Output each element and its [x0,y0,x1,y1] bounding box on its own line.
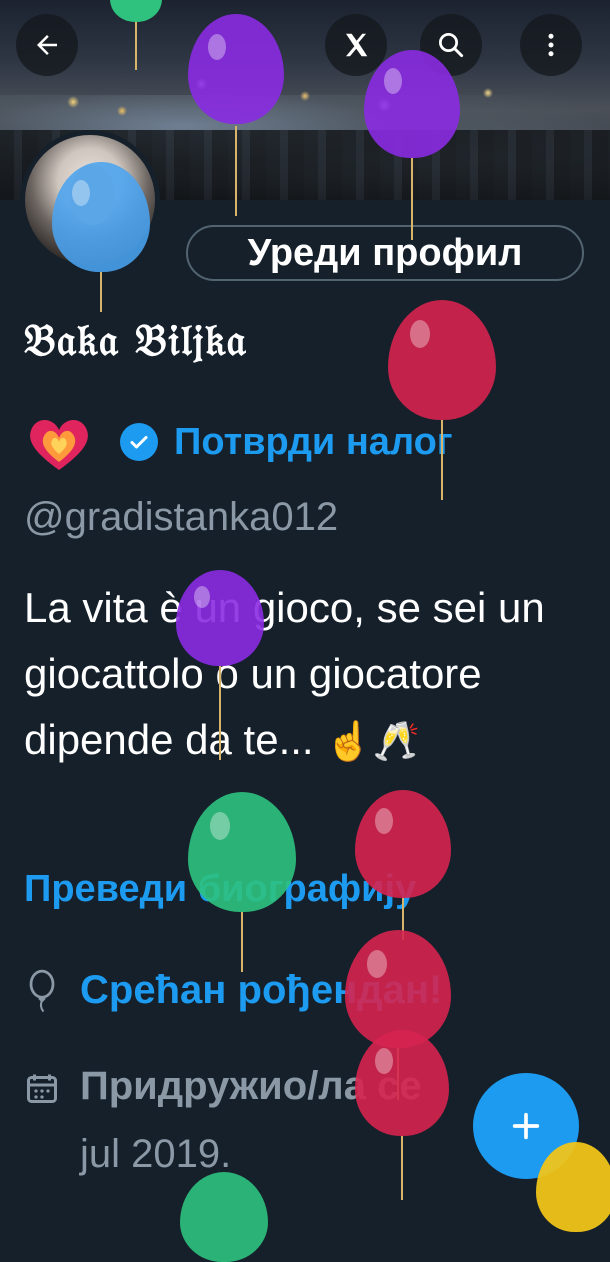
calendar-icon [27,1074,57,1103]
balloon-decoration [188,14,286,216]
balloon-decoration [110,0,162,70]
back-button[interactable] [16,14,78,76]
balloon-decoration [176,570,266,760]
bio-emoji: ☝🥂 [325,721,420,763]
display-name: 𝔅𝔞𝔨𝔞 𝔅𝔦𝔩𝔧𝔨𝔞 [24,315,247,366]
balloon-decoration [52,162,152,312]
plus-icon [512,1112,540,1140]
arrow-left-icon [37,35,57,55]
balloon-decoration [180,1172,270,1262]
bio-text: La vita è un gioco, se sei un giocattolo… [24,584,545,763]
more-button[interactable] [520,14,582,76]
balloon-decoration [355,790,453,940]
heart-on-fire-icon [24,412,94,472]
verified-badge-icon [120,423,158,461]
balloon-decoration [188,792,298,972]
balloon-decoration [388,300,498,500]
balloon-icon [29,969,55,1012]
bio: La vita è un gioco, se sei un giocattolo… [24,575,584,775]
more-vertical-icon [548,33,554,57]
balloon-decoration [536,1142,610,1232]
balloon-decoration [364,50,462,240]
user-handle: @gradistanka012 [24,495,339,539]
balloon-decoration [355,1030,451,1200]
banner-lights [0,60,610,120]
